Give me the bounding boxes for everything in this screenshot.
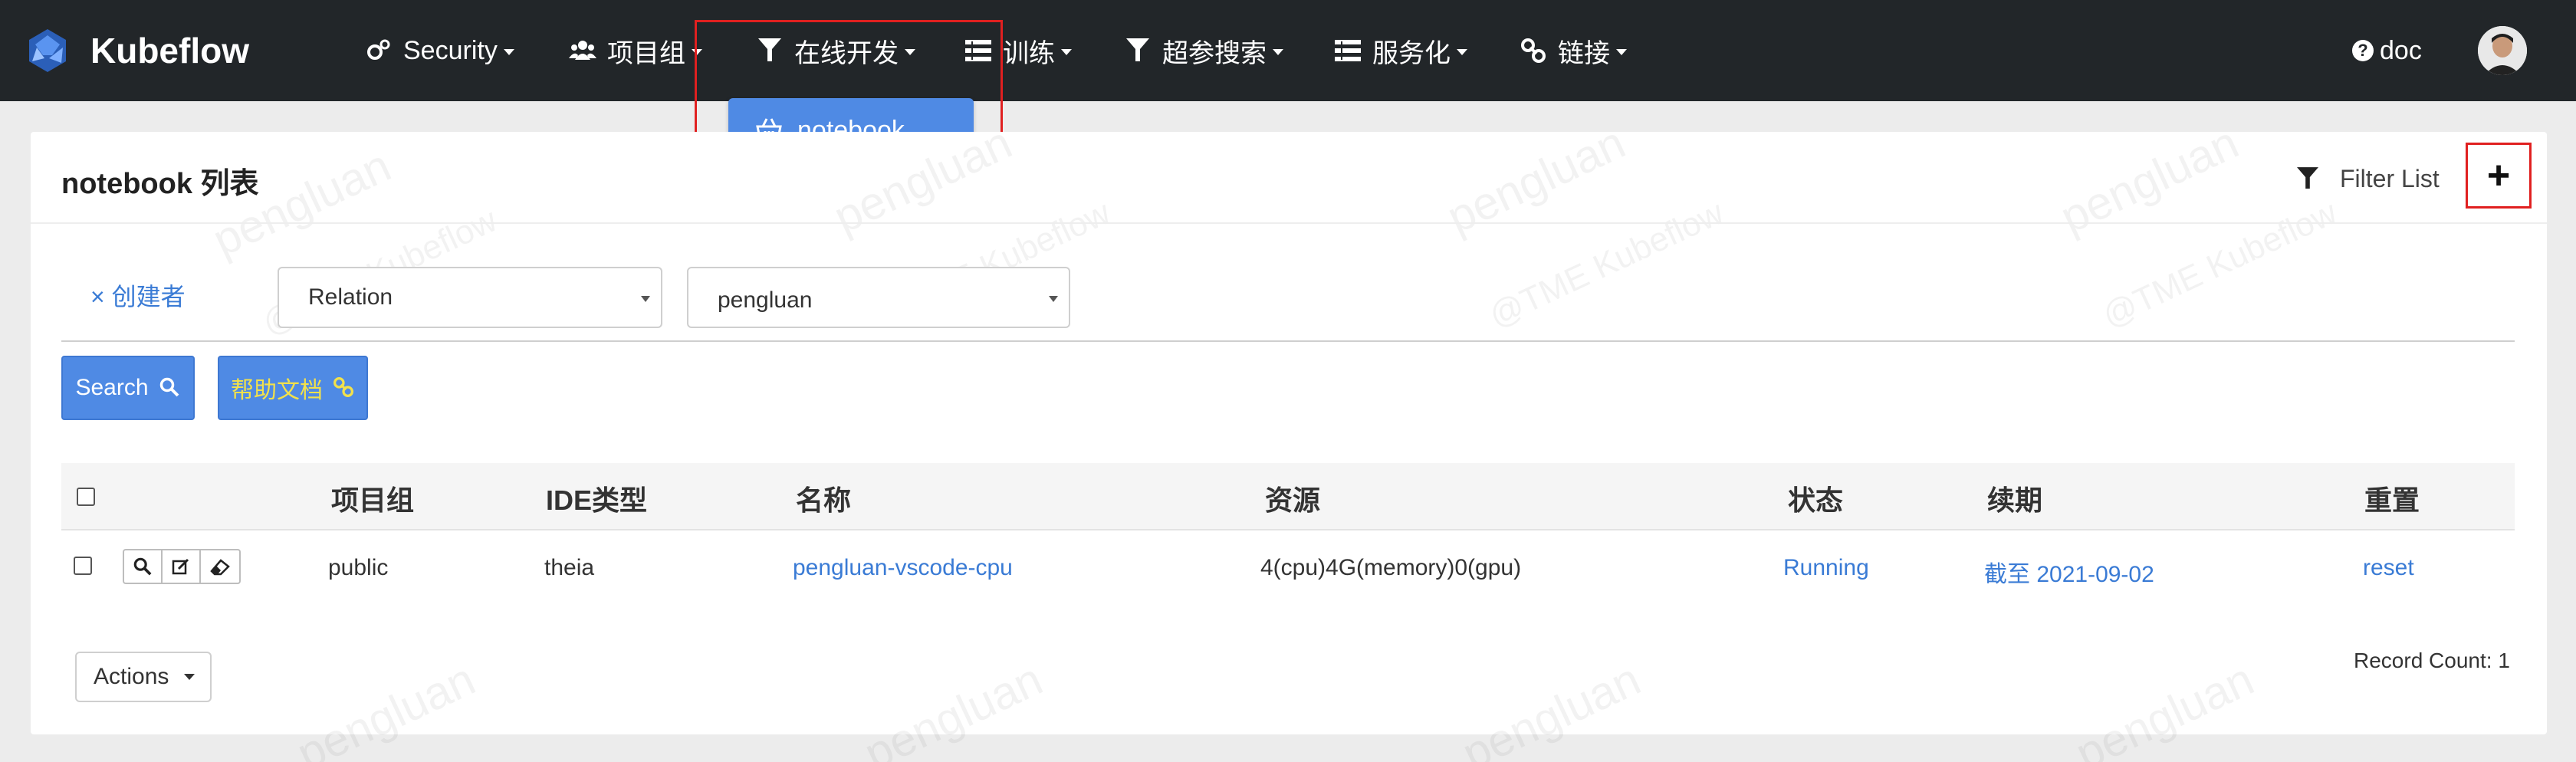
- cell-reset-link[interactable]: reset: [2363, 555, 2414, 581]
- record-count: Record Count: 1: [2354, 649, 2510, 672]
- kubeflow-logo-icon: [29, 29, 66, 72]
- chevron-down-icon: [641, 296, 650, 302]
- help-docs-button[interactable]: 帮助文档: [218, 356, 368, 420]
- column-header-renew[interactable]: 续期: [1987, 478, 2042, 518]
- filter-list-button[interactable]: Filter List: [2297, 159, 2440, 198]
- users-icon: [569, 37, 596, 64]
- filter-icon: [1124, 37, 1152, 64]
- nav-security[interactable]: Security: [365, 31, 514, 71]
- divider: [31, 222, 2547, 224]
- chevron-down-icon: [1049, 296, 1058, 302]
- relation-select[interactable]: Relation: [278, 267, 662, 328]
- nav-security-label: Security: [403, 35, 498, 65]
- help-docs-label: 帮助文档: [231, 378, 323, 403]
- delete-button[interactable]: [201, 550, 239, 583]
- filter-icon: [2297, 167, 2320, 190]
- search-icon: [159, 377, 181, 399]
- search-icon: [133, 557, 152, 576]
- cogs-icon: [365, 37, 393, 64]
- nav-project-group-label: 项目组: [607, 38, 685, 68]
- search-button[interactable]: Search: [61, 356, 195, 420]
- eraser-icon: [210, 559, 230, 576]
- link-icon: [334, 377, 355, 399]
- nav-project-group[interactable]: 项目组: [569, 31, 702, 71]
- select-all-checkbox[interactable]: [77, 488, 95, 506]
- nav-doc-link[interactable]: ? doc: [2352, 31, 2422, 71]
- search-button-label: Search: [75, 375, 149, 400]
- cell-project: public: [328, 555, 389, 580]
- brand[interactable]: Kubeflow: [21, 23, 249, 78]
- view-button[interactable]: [124, 550, 163, 583]
- column-header-project[interactable]: 项目组: [331, 478, 414, 518]
- filter-value-select[interactable]: pengluan: [687, 267, 1070, 328]
- chevron-down-icon: [1616, 49, 1627, 55]
- cell-status-link[interactable]: Running: [1783, 555, 1869, 581]
- chevron-down-icon: [503, 49, 514, 55]
- row-actions: [123, 549, 241, 584]
- cell-name-link[interactable]: pengluan-vscode-cpu: [793, 555, 1013, 581]
- cell-ide-type: theia: [544, 555, 595, 580]
- chevron-down-icon: [1273, 49, 1283, 55]
- column-header-reset[interactable]: 重置: [2364, 478, 2420, 518]
- filter-list-label: Filter List: [2340, 164, 2440, 192]
- edit-button[interactable]: [163, 550, 201, 583]
- list-icon: [1334, 37, 1362, 64]
- avatar[interactable]: [2478, 26, 2527, 75]
- column-header-name[interactable]: 名称: [796, 478, 851, 518]
- divider: [61, 340, 2515, 342]
- column-header-ide-type[interactable]: IDE类型: [546, 478, 647, 518]
- question-circle-icon: ?: [2352, 40, 2374, 61]
- column-header-resource[interactable]: 资源: [1265, 478, 1320, 518]
- actions-dropdown[interactable]: Actions: [75, 652, 212, 702]
- nav-hyperparam-search-label: 超参搜索: [1162, 38, 1267, 68]
- actions-label: Actions: [94, 664, 169, 689]
- nav-serving-label: 服务化: [1372, 38, 1451, 68]
- nav-links[interactable]: 链接: [1520, 31, 1627, 71]
- brand-name: Kubeflow: [90, 31, 249, 71]
- chevron-down-icon: [1457, 49, 1467, 55]
- nav-serving[interactable]: 服务化: [1334, 31, 1467, 71]
- cell-resource: 4(cpu)4G(memory)0(gpu): [1260, 555, 1522, 580]
- filter-value: pengluan: [718, 287, 813, 313]
- nav-training-label: 训练: [1003, 38, 1055, 68]
- nav-hyperparam-search[interactable]: 超参搜索: [1124, 31, 1283, 71]
- chevron-down-icon: [1061, 49, 1072, 55]
- cell-renew-link[interactable]: 截至 2021-09-02: [1984, 555, 2154, 589]
- highlight-box-add: [2466, 143, 2532, 209]
- chevron-down-icon: [184, 674, 196, 680]
- relation-select-value: Relation: [308, 284, 393, 310]
- edit-icon: [172, 558, 189, 575]
- nav-links-label: 链接: [1558, 38, 1610, 68]
- remove-filter-creator[interactable]: × 创建者: [90, 278, 186, 313]
- page-title: notebook 列表: [61, 168, 259, 200]
- nav-doc-label: doc: [2380, 35, 2422, 65]
- row-checkbox[interactable]: [74, 557, 92, 575]
- column-header-status[interactable]: 状态: [1788, 478, 1843, 518]
- link-icon: [1520, 37, 1547, 64]
